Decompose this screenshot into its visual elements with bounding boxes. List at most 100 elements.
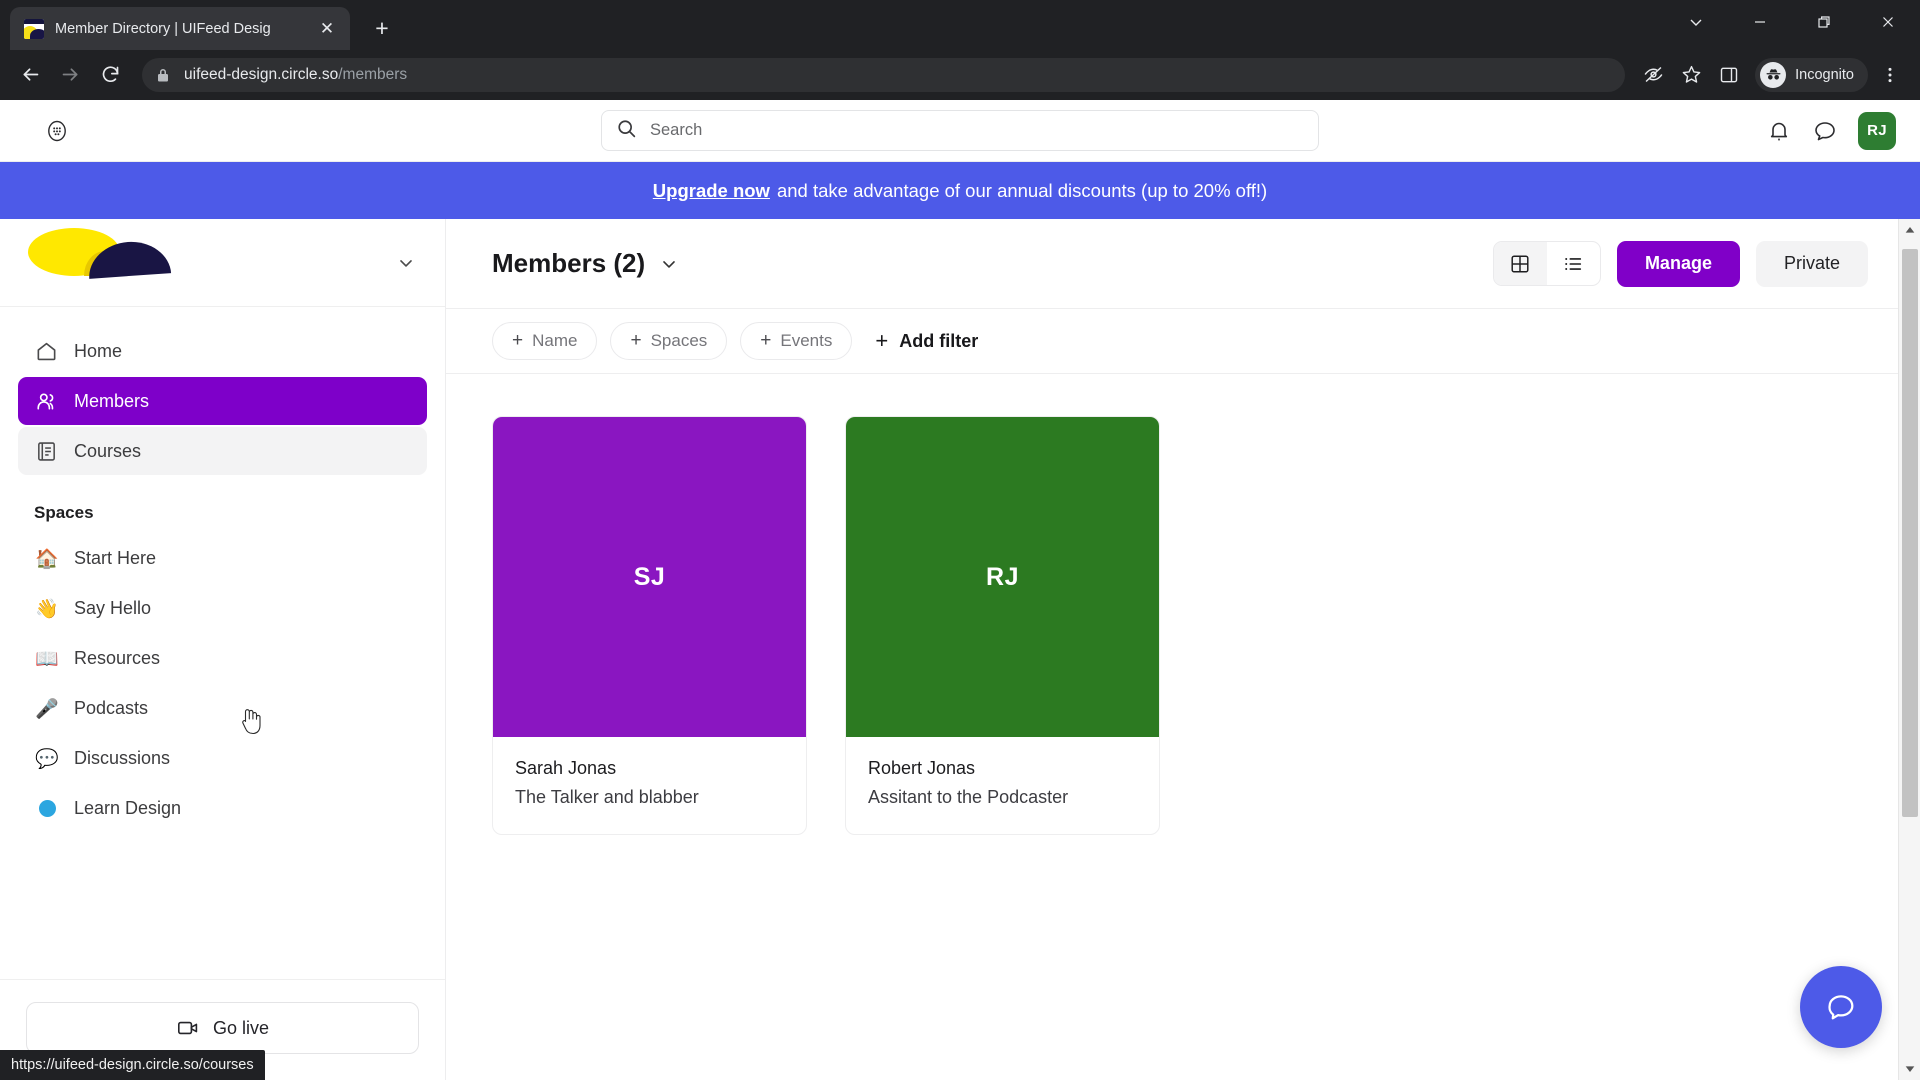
space-item-start-here[interactable]: 🏠 Start Here [18,533,427,583]
member-role: The Talker and blabber [515,787,699,807]
upgrade-now-link[interactable]: Upgrade now [653,180,770,202]
apps-grid-icon[interactable] [44,118,70,144]
incognito-avatar-icon [1760,61,1787,88]
toolbar-icons: Incognito [1633,57,1908,93]
search-box[interactable] [601,110,1319,151]
private-button[interactable]: Private [1755,240,1868,287]
member-info: Robert Jonas Assitant to the Podcaster [846,737,1159,834]
scroll-up-icon[interactable] [1899,219,1920,241]
filter-chip-spaces[interactable]: + Spaces [610,322,728,360]
add-filter-label: Add filter [899,330,979,351]
close-window-icon[interactable] [1856,0,1920,44]
uifeed-favicon-icon [24,18,44,39]
bell-icon[interactable] [1766,118,1792,144]
member-role: Assitant to the Podcaster [868,787,1069,807]
video-camera-icon [176,1016,200,1040]
space-item-label: Discussions [74,747,171,768]
header-actions: RJ [1766,111,1896,150]
space-item-label: Say Hello [74,597,152,618]
spaces-heading: Spaces [34,503,94,522]
plus-icon: + [512,330,524,351]
new-tab-button[interactable]: + [364,10,400,46]
title-chevron-down-icon[interactable] [659,254,679,274]
close-tab-icon[interactable]: ✕ [314,16,340,42]
member-avatar: RJ [846,417,1159,737]
scroll-down-icon[interactable] [1899,1058,1920,1080]
courses-icon [34,440,58,463]
sidebar-item-courses[interactable]: Courses [18,427,427,475]
sidebar-item-label: Members [74,390,150,411]
tab-search-icon[interactable] [1664,0,1728,44]
scrollbar-thumb[interactable] [1902,249,1918,817]
member-card[interactable]: RJ Robert Jonas Assitant to the Podcaste… [845,416,1160,835]
sidebar: Home Members Courses Spaces 🏠 Start Here… [0,219,446,1080]
primary-nav: Home Members Courses [0,307,445,477]
browser-tab[interactable]: Member Directory | UIFeed Desig ✕ [10,7,350,50]
filter-chip-label: Spaces [650,331,708,350]
scrollbar-track[interactable] [1899,241,1920,1058]
microphone-icon: 🎤 [35,697,59,720]
add-filter-button[interactable]: + Add filter [875,328,978,354]
chevron-down-icon[interactable] [393,250,419,276]
space-item-discussions[interactable]: 💬 Discussions [18,733,427,783]
incognito-profile-button[interactable]: Incognito [1755,57,1868,92]
go-live-label: Go live [212,1017,270,1038]
search-icon [616,118,637,144]
bookmark-star-icon[interactable] [1673,57,1709,93]
sidebar-item-home[interactable]: Home [18,327,427,375]
sidebar-item-members[interactable]: Members [18,377,427,425]
brand-row[interactable] [0,219,445,307]
space-item-say-hello[interactable]: 👋 Say Hello [18,583,427,633]
search-input[interactable] [650,121,1304,140]
forward-button-icon[interactable] [52,57,88,93]
chat-fab-button[interactable] [1800,966,1882,1048]
sidebar-item-label: Courses [74,440,142,461]
banner-text: and take advantage of our annual discoun… [776,179,1268,201]
sidebar-item-label: Home [74,340,123,361]
back-button-icon[interactable] [12,57,48,93]
main-content: Members (2) Manage Private + Name + Spac… [446,219,1898,1080]
blue-circle-icon [34,799,60,817]
reload-button-icon[interactable] [92,57,128,93]
list-view-icon[interactable] [1547,242,1600,285]
status-bar-url: https://uifeed-design.circle.so/courses [0,1050,265,1080]
members-icon [34,390,58,413]
address-bar[interactable]: uifeed-design.circle.so/members [142,57,1626,92]
main-header-actions: Manage Private [1492,240,1868,287]
plus-icon: + [760,330,772,351]
tab-strip: Member Directory | UIFeed Desig ✕ + [0,0,1920,50]
go-live-button[interactable]: Go live [26,1002,419,1054]
space-item-label: Podcasts [74,697,149,718]
chat-bubble-icon[interactable] [1812,118,1838,144]
space-item-resources[interactable]: 📖 Resources [18,633,427,683]
chat-bubble-icon [1828,995,1854,1020]
member-name: Sarah Jonas [515,758,617,778]
waving-hand-icon: 👋 [35,597,59,620]
space-item-podcasts[interactable]: 🎤 Podcasts [18,683,427,733]
lock-icon [156,67,170,83]
page-scrollbar[interactable] [1898,219,1920,1080]
maximize-icon[interactable] [1792,0,1856,44]
uifeed-logo [26,227,172,280]
speech-balloon-icon: 💬 [35,747,59,770]
space-item-learn-design[interactable]: Learn Design [18,783,427,833]
filter-chip-label: Name [532,331,578,350]
upgrade-banner: Upgrade now and take advantage of our an… [0,162,1920,219]
home-icon [34,340,58,363]
third-party-cookie-blocked-icon[interactable] [1635,57,1671,93]
open-book-icon: 📖 [35,647,59,670]
grid-view-icon[interactable] [1493,242,1547,285]
side-panel-icon[interactable] [1711,57,1747,93]
member-card-grid: SJ Sarah Jonas The Talker and blabber RJ… [446,374,1898,1080]
incognito-label: Incognito [1795,66,1854,83]
member-card[interactable]: SJ Sarah Jonas The Talker and blabber [492,416,807,835]
chrome-menu-icon[interactable] [1872,57,1908,93]
main-header: Members (2) Manage Private [446,219,1898,308]
browser-window: Member Directory | UIFeed Desig ✕ + uife… [0,0,1920,1080]
manage-button[interactable]: Manage [1616,240,1740,287]
filter-chip-name[interactable]: + Name [492,322,598,360]
minimize-icon[interactable] [1728,0,1792,44]
user-avatar[interactable]: RJ [1858,111,1896,150]
member-name: Robert Jonas [868,758,976,778]
filter-chip-events[interactable]: + Events [740,322,853,360]
